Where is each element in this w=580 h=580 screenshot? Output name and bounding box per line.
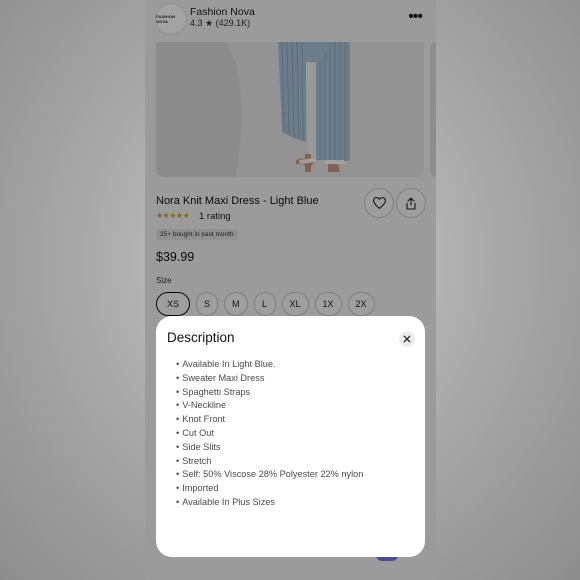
description-item: Available In Light Blue. <box>176 358 363 372</box>
description-item: Stretch <box>176 455 363 469</box>
close-icon <box>403 335 411 343</box>
description-item: Sweater Maxi Dress <box>176 372 363 386</box>
description-item: Spaghetti Straps <box>176 386 363 400</box>
description-item: Imported <box>176 482 363 496</box>
description-item: Knot Front <box>176 413 363 427</box>
description-item: Self: 50% Viscose 28% Polyester 22% nylo… <box>176 468 363 482</box>
modal-title: Description <box>167 330 235 345</box>
description-modal: Description Available In Light Blue. Swe… <box>156 316 425 557</box>
close-button[interactable] <box>399 331 415 347</box>
description-list: Available In Light Blue. Sweater Maxi Dr… <box>176 358 363 510</box>
description-item: Cut Out <box>176 427 363 441</box>
description-item: V-Neckline <box>176 399 363 413</box>
description-item: Available In Plus Sizes <box>176 496 363 510</box>
description-item: Side Slits <box>176 441 363 455</box>
